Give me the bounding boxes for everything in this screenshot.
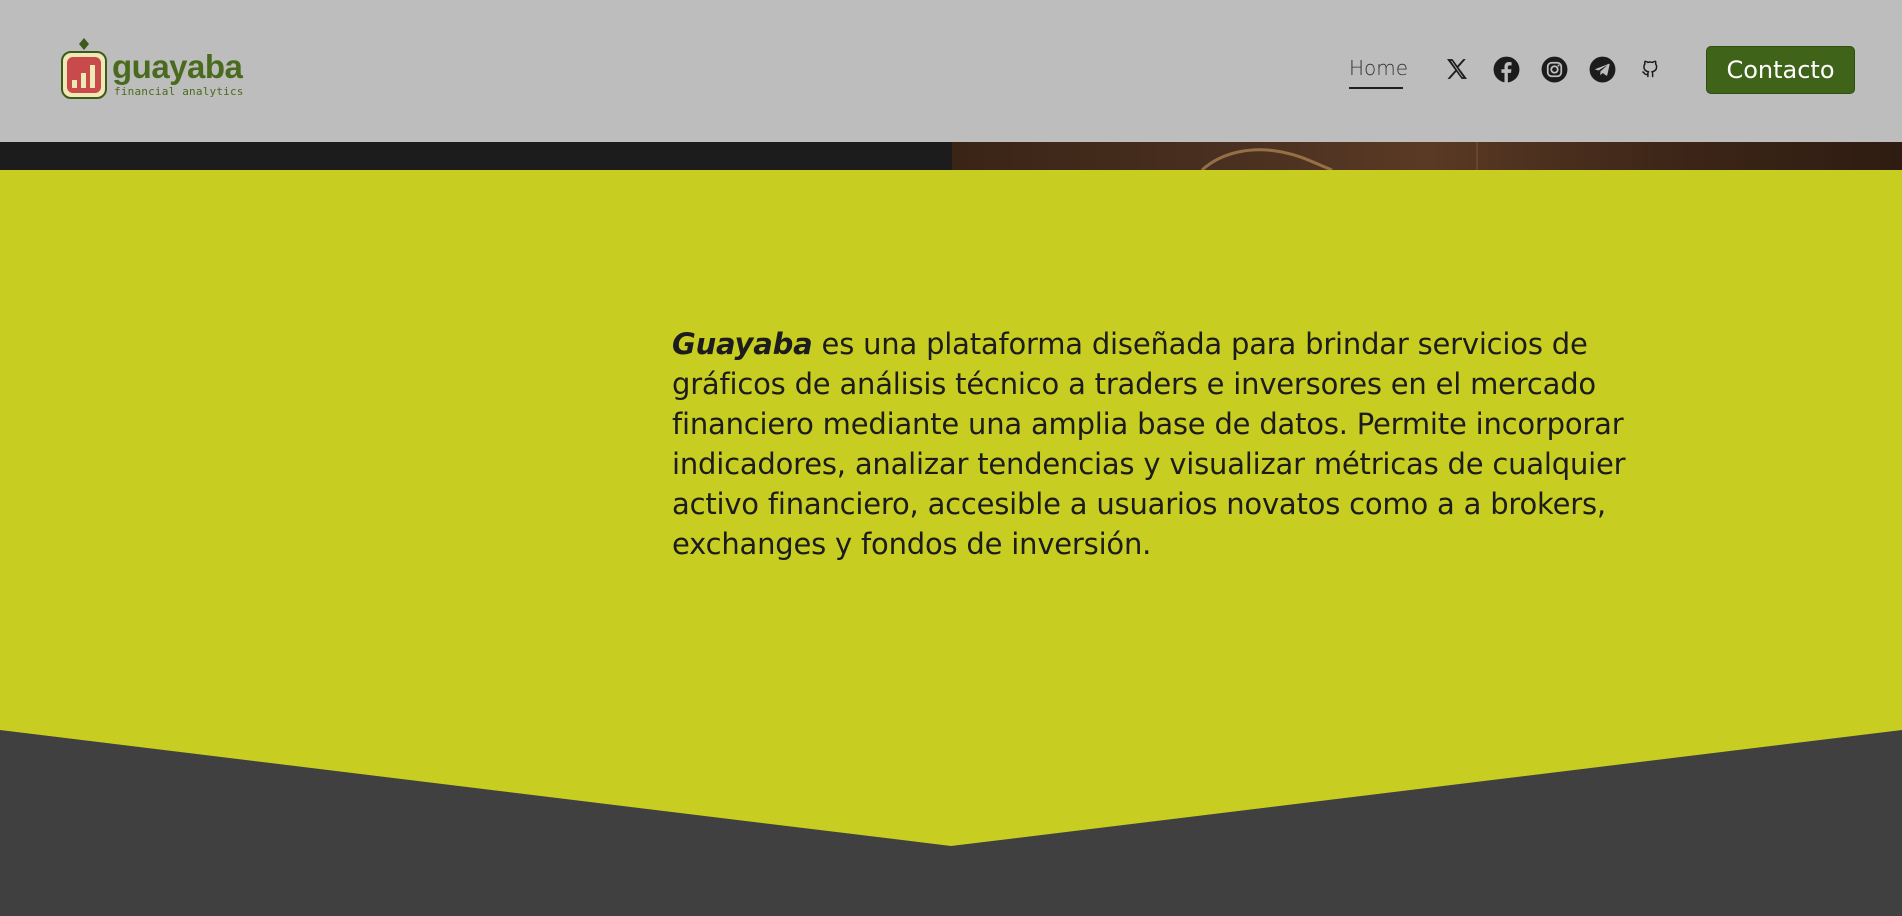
nav-active-underline bbox=[1349, 87, 1403, 89]
instagram-icon[interactable] bbox=[1540, 55, 1568, 83]
site-header: guayaba financial analytics Home Contact… bbox=[0, 0, 1902, 142]
hero-image-left-strip bbox=[0, 142, 952, 170]
contact-button[interactable]: Contacto bbox=[1706, 46, 1855, 94]
hero-description-text: es una plataforma diseñada para brindar … bbox=[672, 327, 1626, 561]
brand-name: guayaba bbox=[112, 48, 243, 85]
hero-image-right-strip bbox=[952, 142, 1902, 170]
github-icon[interactable] bbox=[1636, 55, 1664, 83]
hero-brand-word: Guayaba bbox=[672, 327, 813, 361]
brand-logo[interactable]: guayaba financial analytics bbox=[60, 38, 244, 102]
nav-home-link[interactable]: Home bbox=[1349, 56, 1408, 80]
brand-tagline: financial analytics bbox=[114, 85, 244, 98]
telegram-icon[interactable] bbox=[1588, 55, 1616, 83]
x-icon[interactable] bbox=[1443, 55, 1471, 83]
hero-description: Guayaba es una plataforma diseñada para … bbox=[672, 324, 1702, 564]
guava-chart-icon bbox=[60, 38, 108, 102]
facebook-icon[interactable] bbox=[1492, 55, 1520, 83]
